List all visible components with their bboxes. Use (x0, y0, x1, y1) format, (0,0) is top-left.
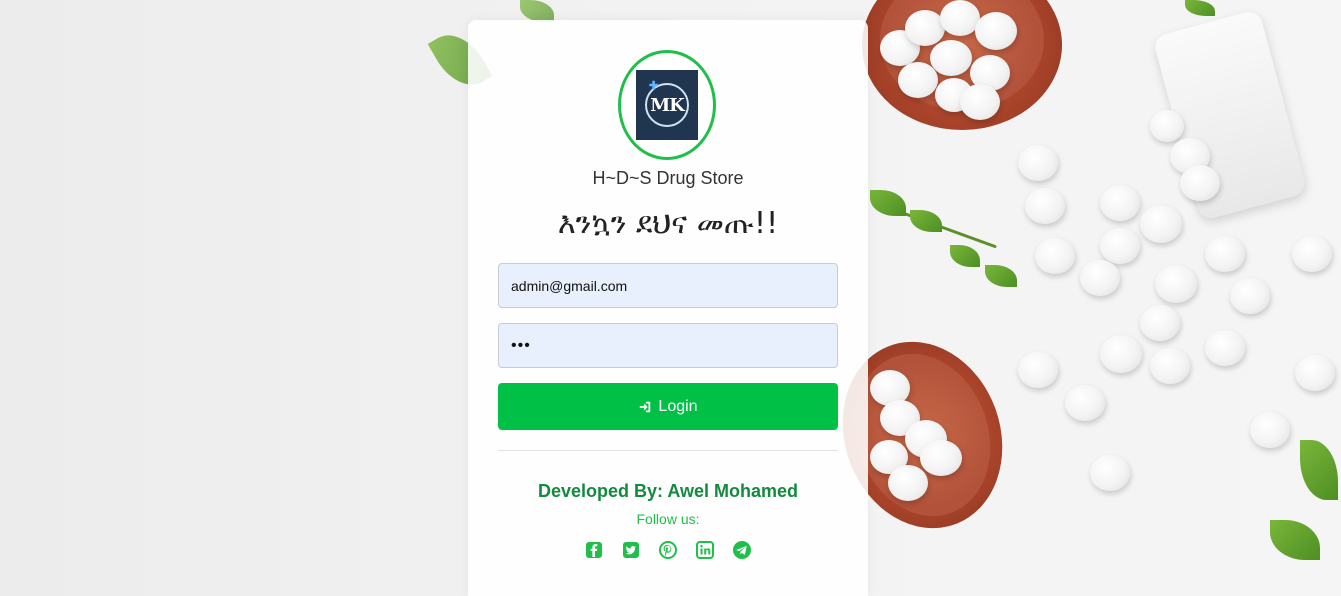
divider (498, 450, 838, 451)
login-card: ✚ MK H~D~S Drug Store እንኳን ደህና መጡ!! Logi… (468, 20, 868, 596)
facebook-icon[interactable] (584, 540, 604, 560)
follow-us-label: Follow us: (636, 511, 700, 527)
social-links (468, 540, 868, 560)
developer-credit: Developed By: Awel Mohamed (537, 481, 799, 501)
sign-in-icon (640, 401, 651, 412)
telegram-icon[interactable] (732, 540, 752, 560)
linkedin-icon[interactable] (695, 540, 715, 560)
logo-image: ✚ MK (636, 70, 698, 140)
medical-cross-icon: ✚ (649, 79, 659, 92)
email-field[interactable] (498, 263, 838, 308)
pinterest-icon[interactable] (658, 540, 678, 560)
store-logo: ✚ MK (618, 50, 716, 160)
welcome-heading: እንኳን ደህና መጡ!! (557, 206, 779, 241)
login-button[interactable]: Login (498, 383, 838, 430)
login-label: Login (658, 397, 698, 415)
store-name: H~D~S Drug Store (592, 168, 744, 188)
password-field[interactable] (498, 323, 838, 368)
twitter-icon[interactable] (621, 540, 641, 560)
leaf-decoration (520, 0, 554, 22)
